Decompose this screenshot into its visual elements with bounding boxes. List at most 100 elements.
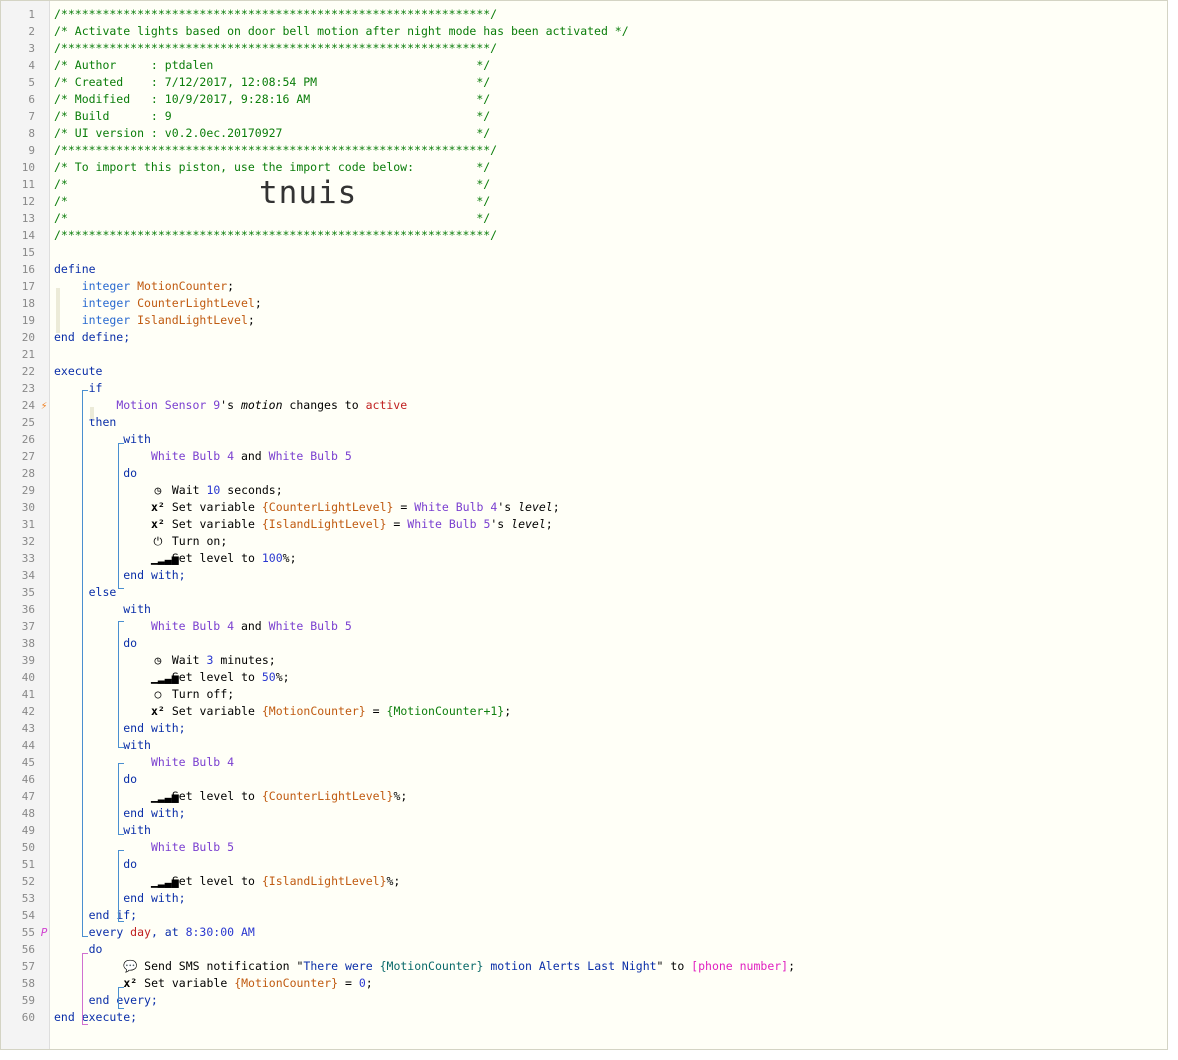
code-text: /***************************************…	[54, 41, 498, 55]
code-line[interactable]: 58 x² Set variable {MotionCounter} = 0;	[1, 975, 1167, 992]
code-line[interactable]: 40 ▁▂▃▅ Set level to 50%;	[1, 669, 1167, 686]
line-number: 25	[21, 416, 35, 429]
code-line[interactable]: 25 then	[1, 414, 1167, 431]
code-line[interactable]: 1 /**************************************…	[1, 6, 1167, 23]
code-line[interactable]: 17 integer MotionCounter;	[1, 278, 1167, 295]
code-line[interactable]: 50 White Bulb 5	[1, 839, 1167, 856]
code-line[interactable]: 18 integer CounterLightLevel;	[1, 295, 1167, 312]
line-number: 3	[28, 42, 35, 55]
line-number: 46	[21, 773, 35, 786]
code-line[interactable]: 9 /**************************************…	[1, 142, 1167, 159]
indent-guide	[56, 288, 60, 333]
line-number: 55	[21, 926, 35, 939]
code-text: x² Set variable {MotionCounter} = 0;	[123, 976, 373, 990]
code-line[interactable]: 34 end with;	[1, 567, 1167, 584]
code-line[interactable]: 55 P every day, at 8:30:00 AM	[1, 924, 1167, 941]
code-text: integer IslandLightLevel;	[81, 313, 255, 327]
with-block-bracket	[118, 621, 124, 748]
code-text: end execute;	[54, 1010, 138, 1024]
code-line[interactable]: 19 integer IslandLightLevel;	[1, 312, 1167, 329]
line-number: 6	[28, 93, 35, 106]
code-text: /* Author : ptdalen */	[54, 58, 491, 72]
code-line[interactable]: 53 end with;	[1, 890, 1167, 907]
code-line[interactable]: 42 x² Set variable {MotionCounter} = {Mo…	[1, 703, 1167, 720]
line-number: 24	[21, 399, 35, 412]
code-line[interactable]: 57 💬 Send SMS notification "There were {…	[1, 958, 1167, 975]
line-number: 33	[21, 552, 35, 565]
line-number: 30	[21, 501, 35, 514]
code-line[interactable]: 21	[1, 346, 1167, 363]
code-line[interactable]: 41 ○ Turn off;	[1, 686, 1167, 703]
code-line[interactable]: 43 end with;	[1, 720, 1167, 737]
code-line[interactable]: 49 with	[1, 822, 1167, 839]
line-number: 45	[21, 756, 35, 769]
code-line[interactable]: 46 do	[1, 771, 1167, 788]
code-line[interactable]: 47 ▁▂▃▅ Set level to {CounterLightLevel}…	[1, 788, 1167, 805]
code-editor[interactable]: 1 /**************************************…	[0, 0, 1168, 1050]
code-line[interactable]: 12 /* */tnuis	[1, 178, 1167, 210]
line-number: 14	[21, 229, 35, 242]
code-line[interactable]: 10 /* To import this piston, use the impo…	[1, 159, 1167, 176]
code-line[interactable]: 51 do	[1, 856, 1167, 873]
code-line[interactable]: 59 end every;	[1, 992, 1167, 1009]
code-line[interactable]: 15	[1, 244, 1167, 261]
line-number: 44	[21, 739, 35, 752]
code-line[interactable]: 30 x² Set variable {CounterLightLevel} =…	[1, 499, 1167, 516]
code-line[interactable]: 13 /* */	[1, 210, 1167, 227]
code-line[interactable]: 60 end execute;	[1, 1009, 1167, 1026]
code-line[interactable]: 32 ⏻ Turn on;	[1, 533, 1167, 550]
code-line[interactable]: 35 else	[1, 584, 1167, 601]
code-line[interactable]: 20 end define;	[1, 329, 1167, 346]
line-number: 16	[21, 263, 35, 276]
code-text: do	[123, 636, 138, 650]
code-line[interactable]: 23 if	[1, 380, 1167, 397]
code-line[interactable]: 28 do	[1, 465, 1167, 482]
line-number: 60	[21, 1011, 35, 1024]
code-text: x² Set variable {IslandLightLevel} = Whi…	[151, 517, 553, 531]
code-line[interactable]: 24 ⚡ Motion Sensor 9's motion changes to …	[1, 397, 1167, 414]
code-line[interactable]: 36 with	[1, 601, 1167, 618]
line-number: 37	[21, 620, 35, 633]
code-line[interactable]: 3 /**************************************…	[1, 40, 1167, 57]
code-line[interactable]: 29 ◷ Wait 10 seconds;	[1, 482, 1167, 499]
line-number: 38	[21, 637, 35, 650]
code-line[interactable]: 33 ▁▂▃▅ Set level to 100%;	[1, 550, 1167, 567]
code-line[interactable]: 2 /* Activate lights based on door bell m…	[1, 23, 1167, 40]
code-text: ▁▂▃▅ Set level to {IslandLightLevel}%;	[150, 874, 401, 888]
code-line[interactable]: 14 /*************************************…	[1, 227, 1167, 244]
code-text: /* Modified : 10/9/2017, 9:28:16 AM */	[54, 92, 491, 106]
line-number: 59	[21, 994, 35, 1007]
line-number: 35	[21, 586, 35, 599]
code-line[interactable]: 8 /* UI version : v0.2.0ec.20170927 */	[1, 125, 1167, 142]
code-line[interactable]: 44 with	[1, 737, 1167, 754]
code-text: end if;	[88, 908, 138, 922]
code-line[interactable]: 54 end if;	[1, 907, 1167, 924]
code-line[interactable]: 52 ▁▂▃▅ Set level to {IslandLightLevel}%…	[1, 873, 1167, 890]
line-number: 57	[21, 960, 35, 973]
code-line[interactable]: 5 /* Created : 7/12/2017, 12:08:54 PM */	[1, 74, 1167, 91]
code-line[interactable]: 27 White Bulb 4 and White Bulb 5	[1, 448, 1167, 465]
code-text: /* To import this piston, use the import…	[54, 160, 491, 174]
code-line[interactable]: 7 /* Build : 9 */	[1, 108, 1167, 125]
code-text: ◷ Wait 10 seconds;	[154, 483, 283, 497]
code-line[interactable]: 48 end with;	[1, 805, 1167, 822]
code-line[interactable]: 31 x² Set variable {IslandLightLevel} = …	[1, 516, 1167, 533]
line-number: 32	[21, 535, 35, 548]
code-text: execute	[54, 364, 103, 378]
code-text: define	[54, 262, 96, 276]
code-line[interactable]: 22 execute	[1, 363, 1167, 380]
code-line[interactable]: 16 define	[1, 261, 1167, 278]
code-line[interactable]: 38 do	[1, 635, 1167, 652]
code-line[interactable]: 26 with	[1, 431, 1167, 448]
code-line[interactable]: 45 White Bulb 4	[1, 754, 1167, 771]
line-number: 4	[28, 59, 35, 72]
code-line[interactable]: 56 do	[1, 941, 1167, 958]
code-line[interactable]: 37 White Bulb 4 and White Bulb 5	[1, 618, 1167, 635]
code-line[interactable]: 39 ◷ Wait 3 minutes;	[1, 652, 1167, 669]
code-text: ▁▂▃▅ Set level to 50%;	[150, 670, 290, 684]
code-line[interactable]: 4 /* Author : ptdalen */	[1, 57, 1167, 74]
code-line[interactable]: 11/* */	[1, 176, 1167, 193]
code-line[interactable]: 6 /* Modified : 10/9/2017, 9:28:16 AM */	[1, 91, 1167, 108]
code-text: White Bulb 5	[150, 840, 235, 854]
indent-guide	[90, 407, 94, 419]
